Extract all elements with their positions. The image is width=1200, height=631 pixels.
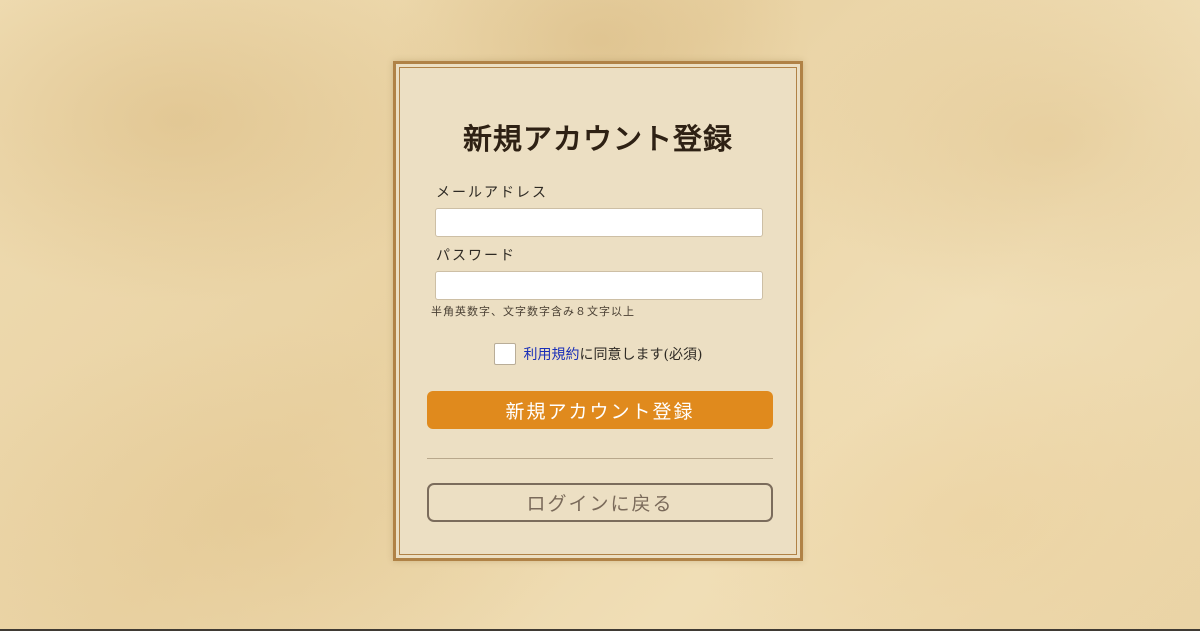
terms-checkbox[interactable] [493, 343, 516, 365]
email-label: メールアドレス [436, 185, 548, 201]
signup-card-inner: 新規アカウント登録 メールアドレス パスワード 半角英数字、文字数字含み８文字以… [399, 67, 797, 555]
signup-card: 新規アカウント登録 メールアドレス パスワード 半角英数字、文字数字含み８文字以… [393, 61, 803, 561]
terms-link[interactable]: 利用規約 [524, 344, 580, 364]
divider [427, 458, 773, 459]
register-button[interactable]: 新規アカウント登録 [427, 391, 773, 429]
password-field[interactable] [435, 271, 763, 300]
password-hint: 半角英数字、文字数字含み８文字以上 [431, 305, 635, 318]
terms-agreement-text: に同意します(必須) [579, 347, 703, 363]
email-field[interactable] [435, 208, 763, 237]
password-label: パスワード [436, 248, 516, 264]
back-to-login-button[interactable]: ログインに戻る [427, 483, 773, 522]
terms-agreement-row: 利用規約 に同意します(必須) [400, 341, 796, 367]
page-title: 新規アカウント登録 [462, 122, 733, 156]
